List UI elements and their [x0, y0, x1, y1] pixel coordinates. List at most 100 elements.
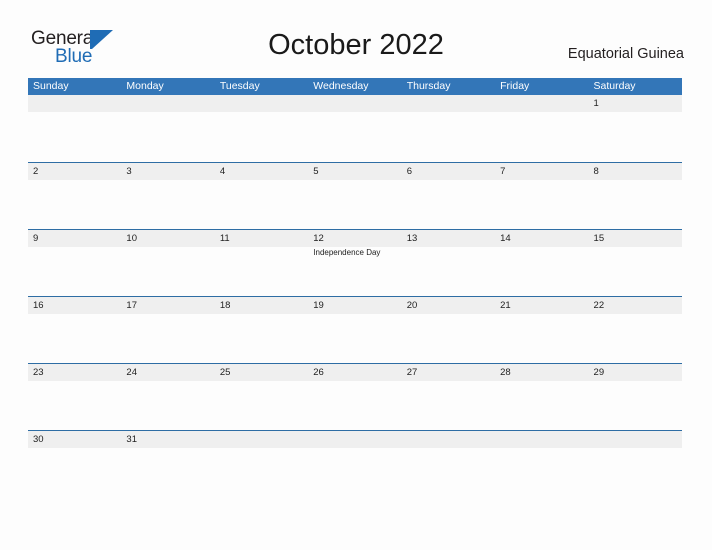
calendar-grid: Sunday Monday Tuesday Wednesday Thursday…: [28, 78, 682, 497]
week-cells: 1: [28, 95, 682, 162]
day-cell[interactable]: 8: [589, 163, 682, 230]
day-number: 5: [313, 166, 319, 177]
day-cell[interactable]: 15: [589, 230, 682, 297]
day-number: 10: [126, 233, 137, 244]
calendar-week-row: 16 17 18 19 20 21 22: [28, 296, 682, 363]
day-cell[interactable]: 6: [402, 163, 495, 230]
day-cell-empty: [28, 95, 121, 162]
day-cell[interactable]: 22: [589, 297, 682, 364]
day-cell[interactable]: 2: [28, 163, 121, 230]
week-cells: 30 31: [28, 431, 682, 498]
day-cell[interactable]: 14: [495, 230, 588, 297]
dow-saturday: Saturday: [593, 80, 636, 92]
day-cell[interactable]: 12 Independence Day: [308, 230, 401, 297]
day-number: 21: [500, 300, 511, 311]
country-label: Equatorial Guinea: [567, 46, 684, 62]
day-number: 1: [593, 98, 599, 109]
day-number: 25: [219, 367, 231, 378]
day-cell[interactable]: 21: [495, 297, 588, 364]
day-cell[interactable]: 16: [28, 297, 121, 364]
day-number: 23: [33, 367, 44, 378]
day-cell[interactable]: 7: [495, 163, 588, 230]
dow-monday: Monday: [126, 80, 164, 92]
day-number: 24: [126, 367, 137, 378]
day-cell[interactable]: 31: [121, 431, 214, 498]
day-cell[interactable]: 9: [28, 230, 121, 297]
day-number: 26: [313, 367, 324, 378]
day-cell[interactable]: 3: [121, 163, 214, 230]
day-cell-empty: [308, 431, 401, 498]
calendar-week-row: 9 10 11 12 Independence Day 13 14 15: [28, 229, 682, 296]
day-number: 7: [500, 166, 506, 177]
day-cell[interactable]: 11: [215, 230, 308, 297]
day-number: 17: [126, 300, 137, 311]
day-number: 31: [126, 434, 137, 445]
day-number: 3: [126, 166, 132, 177]
day-cell[interactable]: 19: [308, 297, 401, 364]
day-cell[interactable]: 5: [308, 163, 401, 230]
week-cells: 23 24 25 26 27 28 29: [28, 364, 682, 431]
day-cell[interactable]: 13: [402, 230, 495, 297]
day-cell-empty: [589, 431, 682, 498]
dow-sunday: Sunday: [33, 80, 69, 92]
day-number: 13: [406, 233, 418, 244]
day-number: 2: [33, 166, 39, 177]
day-cell[interactable]: 1: [589, 95, 682, 162]
day-cell-empty: [495, 95, 588, 162]
day-number: 20: [406, 300, 418, 311]
week-cells: 9 10 11 12 Independence Day 13 14 15: [28, 230, 682, 297]
day-number: 14: [500, 233, 511, 244]
day-number: 12: [313, 233, 324, 244]
calendar-page: General Blue October 2022 Equatorial Gui…: [0, 0, 712, 550]
day-number: 11: [219, 233, 230, 244]
calendar-week-row: 2 3 4 5 6 7 8: [28, 162, 682, 229]
day-number: 8: [593, 166, 599, 177]
page-header: General Blue October 2022 Equatorial Gui…: [0, 0, 712, 78]
calendar-week-row: 23 24 25 26 27 28 29: [28, 363, 682, 430]
day-events: Independence Day: [313, 247, 401, 259]
day-number: 27: [406, 367, 418, 378]
day-number: 18: [219, 300, 231, 311]
calendar-week-row: 30 31: [28, 430, 682, 497]
day-cell[interactable]: 27: [402, 364, 495, 431]
day-cell-empty: [402, 95, 495, 162]
day-cell[interactable]: 10: [121, 230, 214, 297]
calendar-week-row: 1: [28, 95, 682, 162]
dow-thursday: Thursday: [406, 80, 451, 92]
day-cell-empty: [402, 431, 495, 498]
day-cell[interactable]: 28: [495, 364, 588, 431]
holiday-label: Independence Day: [313, 248, 381, 257]
dow-friday: Friday: [500, 80, 530, 92]
day-of-week-header: Sunday Monday Tuesday Wednesday Thursday…: [28, 78, 682, 95]
day-number: 16: [33, 300, 44, 311]
day-number: 29: [593, 367, 605, 378]
day-cell-empty: [215, 431, 308, 498]
day-number: 28: [500, 367, 511, 378]
day-number: 19: [313, 300, 324, 311]
day-cell[interactable]: 29: [589, 364, 682, 431]
day-cell-empty: [215, 95, 308, 162]
week-cells: 2 3 4 5 6 7 8: [28, 163, 682, 230]
day-cell[interactable]: 18: [215, 297, 308, 364]
day-number: 9: [33, 233, 39, 244]
day-cell[interactable]: 26: [308, 364, 401, 431]
calendar-weeks: 1 2 3 4 5 6 7 8 9 10 11 12 Independence Day 13 14 15 16 1…: [28, 95, 682, 497]
dow-wednesday: Wednesday: [313, 80, 369, 92]
day-cell[interactable]: 4: [215, 163, 308, 230]
day-cell-empty: [495, 431, 588, 498]
day-number: 30: [33, 434, 44, 445]
day-number: 6: [406, 166, 412, 177]
day-cell[interactable]: 20: [402, 297, 495, 364]
dow-tuesday: Tuesday: [219, 80, 260, 92]
day-cell[interactable]: 17: [121, 297, 214, 364]
day-cell[interactable]: 23: [28, 364, 121, 431]
day-cell-empty: [308, 95, 401, 162]
day-number: 22: [593, 300, 605, 311]
week-cells: 16 17 18 19 20 21 22: [28, 297, 682, 364]
day-cell-empty: [121, 95, 214, 162]
day-cell[interactable]: 25: [215, 364, 308, 431]
day-number: 4: [219, 166, 226, 177]
day-number: 15: [593, 233, 605, 244]
day-cell[interactable]: 24: [121, 364, 214, 431]
day-cell[interactable]: 30: [28, 431, 121, 498]
